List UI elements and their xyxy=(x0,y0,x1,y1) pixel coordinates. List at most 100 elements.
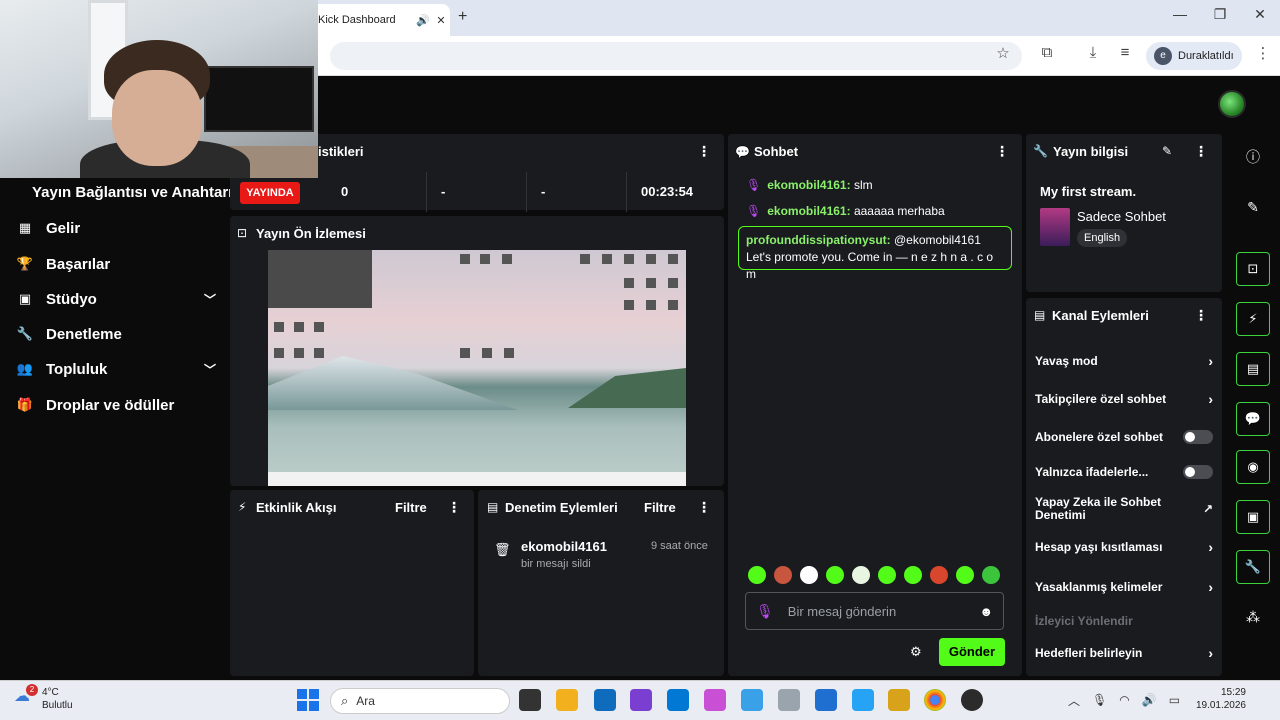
sidebar-item-gelir[interactable]: ▦ Gelir xyxy=(16,214,216,242)
stats-menu-icon[interactable]: ⋮ xyxy=(697,143,711,160)
sidebar-item-stream-key[interactable]: Yayın Bağlantısı ve Anahtarı xyxy=(32,184,232,201)
start-button[interactable] xyxy=(296,688,320,712)
sidebar-item-basarilar[interactable]: 🏆 Başarılar xyxy=(16,250,216,278)
app-icon[interactable] xyxy=(741,689,763,711)
profile-paused-button[interactable]: e Duraklatıldı xyxy=(1146,42,1242,70)
emote-icon[interactable] xyxy=(956,566,974,584)
user-avatar[interactable] xyxy=(1218,90,1246,118)
mod-entry-time: 9 saat önce xyxy=(651,540,708,552)
actions-menu-icon[interactable]: ⋮ xyxy=(1194,307,1208,324)
mod-menu-icon[interactable]: ⋮ xyxy=(697,499,711,516)
emote-icon[interactable] xyxy=(878,566,896,584)
chat-username[interactable]: profounddissipationysut: xyxy=(746,233,891,247)
browser-menu-icon[interactable]: ⋮ xyxy=(1250,44,1276,62)
actions-toggle-icon[interactable]: ▣ xyxy=(1236,500,1270,534)
wrench-icon[interactable]: 🔧 xyxy=(1236,550,1270,584)
mic-icon[interactable]: 🎙 xyxy=(1092,693,1107,707)
chevron-up-icon[interactable]: ︿ xyxy=(1068,692,1080,709)
task-view-icon[interactable] xyxy=(519,689,541,711)
sidebar-item-topluluk[interactable]: 👥 Topluluk ﹀ xyxy=(16,355,216,383)
sidebar-item-denetleme[interactable]: 🔧 Denetleme xyxy=(16,320,216,348)
send-button[interactable]: Gönder xyxy=(939,638,1005,666)
chat-username[interactable]: ekomobil4161: xyxy=(767,178,850,192)
category-name[interactable]: Sadece Sohbet xyxy=(1077,209,1166,224)
copilot-icon[interactable] xyxy=(704,689,726,711)
users-icon: 👥 xyxy=(16,361,34,376)
app-icon[interactable] xyxy=(630,689,652,711)
preview-toggle-icon[interactable]: ⊡ xyxy=(1236,252,1270,286)
emoji-icon[interactable]: ☻ xyxy=(979,604,993,619)
mic-icon[interactable]: 🎙 xyxy=(756,603,774,620)
maximize-icon[interactable]: ❐ xyxy=(1206,6,1234,23)
emote-icon[interactable] xyxy=(982,566,1000,584)
chrome-icon[interactable] xyxy=(924,689,946,711)
sidebar-item-droplar[interactable]: 🎁 Droplar ve ödüller xyxy=(16,391,216,419)
browser-tab[interactable]: Kick Dashboard 🔊 ✕ xyxy=(310,4,450,36)
chat-menu-icon[interactable]: ⋮ xyxy=(995,143,1009,160)
app-icon[interactable] xyxy=(888,689,910,711)
emote-icon[interactable] xyxy=(930,566,948,584)
close-tab-icon[interactable]: ✕ xyxy=(432,14,450,27)
wifi-icon[interactable]: ◠ xyxy=(1119,693,1129,707)
info-icon[interactable]: ⓘ xyxy=(1236,140,1270,174)
document-icon[interactable]: ▤ xyxy=(1236,352,1270,386)
subscribers-only-toggle[interactable] xyxy=(1183,430,1213,444)
app-icon[interactable] xyxy=(852,689,874,711)
weather-widget[interactable]: ☁ 2 4°C Bulutlu xyxy=(14,684,73,712)
emote-icon[interactable] xyxy=(852,566,870,584)
media-icon[interactable]: ≡ xyxy=(1112,44,1138,61)
action-followers-only[interactable]: Takipçilere özel sohbet › xyxy=(1035,390,1213,408)
chat-username[interactable]: ekomobil4161: xyxy=(767,204,850,218)
download-icon[interactable]: ⤓ xyxy=(1080,44,1106,61)
event-filter-button[interactable]: Filtre xyxy=(395,500,427,515)
speaker-icon[interactable]: 🔊 xyxy=(414,14,432,27)
app-icon[interactable] xyxy=(815,689,837,711)
pencil-icon[interactable]: ✎ xyxy=(1162,144,1172,158)
taskbar-search[interactable]: ⌕ Ara xyxy=(330,688,510,714)
clock[interactable]: 15:29 19.01.2026 xyxy=(1190,686,1246,712)
action-slow-mode[interactable]: Yavaş mod › xyxy=(1035,352,1213,370)
event-feed-panel xyxy=(230,490,474,676)
trash-icon: 🗑 xyxy=(494,542,511,557)
action-ai-moderation[interactable]: Yapay Zeka ile Sohbet Denetimi ↗ xyxy=(1035,496,1213,522)
battery-icon[interactable]: ▭ xyxy=(1169,693,1180,707)
close-window-icon[interactable]: ✕ xyxy=(1246,6,1274,23)
volume-icon[interactable]: 🔊 xyxy=(1142,693,1157,707)
extensions-icon[interactable]: ⧉ xyxy=(1034,44,1060,61)
emote-icon[interactable] xyxy=(748,566,766,584)
mod-actions-panel xyxy=(478,490,724,676)
pencil-icon[interactable]: ✎ xyxy=(1236,190,1270,224)
file-explorer-icon[interactable] xyxy=(556,689,578,711)
app-icon[interactable] xyxy=(667,689,689,711)
action-banned-words[interactable]: Yasaklanmış kelimeler › xyxy=(1035,578,1213,596)
emote-icon[interactable] xyxy=(800,566,818,584)
mod-entry-user[interactable]: ekomobil4161 xyxy=(521,539,607,554)
action-account-age[interactable]: Hesap yaşı kısıtlaması › xyxy=(1035,538,1213,556)
emote-icon[interactable] xyxy=(904,566,922,584)
gear-icon[interactable]: ⚙ xyxy=(910,644,922,660)
mod-filter-button[interactable]: Filtre xyxy=(644,500,676,515)
profile-avatar: e xyxy=(1154,47,1172,65)
sidebar-item-studyo[interactable]: ▣ Stüdyo ﹀ xyxy=(16,285,216,313)
emotes-only-toggle[interactable] xyxy=(1183,465,1213,479)
action-set-goals[interactable]: Hedefleri belirleyin › xyxy=(1035,644,1213,662)
new-tab-button[interactable]: + xyxy=(458,8,467,26)
minimize-icon[interactable]: — xyxy=(1166,6,1194,22)
stream-preview-video[interactable] xyxy=(268,250,686,486)
emote-icon[interactable] xyxy=(826,566,844,584)
calculator-icon[interactable] xyxy=(778,689,800,711)
obs-icon[interactable] xyxy=(961,689,983,711)
omnibox[interactable] xyxy=(330,42,1022,70)
preview-icon: ⊡ xyxy=(237,226,248,240)
lightning-icon[interactable]: ⚡ xyxy=(1236,302,1270,336)
chat-input[interactable]: 🎙 Bir mesaj gönderin ☻ xyxy=(745,592,1004,630)
store-icon[interactable] xyxy=(594,689,616,711)
broadcast-icon[interactable]: ◉ xyxy=(1236,450,1270,484)
star-icon[interactable]: ☆ xyxy=(990,44,1016,62)
sidebar-item-label: Gelir xyxy=(46,219,81,237)
emote-icon[interactable] xyxy=(774,566,792,584)
more-widgets-icon[interactable]: ⁂ xyxy=(1236,600,1270,634)
event-menu-icon[interactable]: ⋮ xyxy=(447,499,461,516)
chat-bubble-icon[interactable]: 💬 xyxy=(1236,402,1270,436)
info-menu-icon[interactable]: ⋮ xyxy=(1194,143,1208,160)
